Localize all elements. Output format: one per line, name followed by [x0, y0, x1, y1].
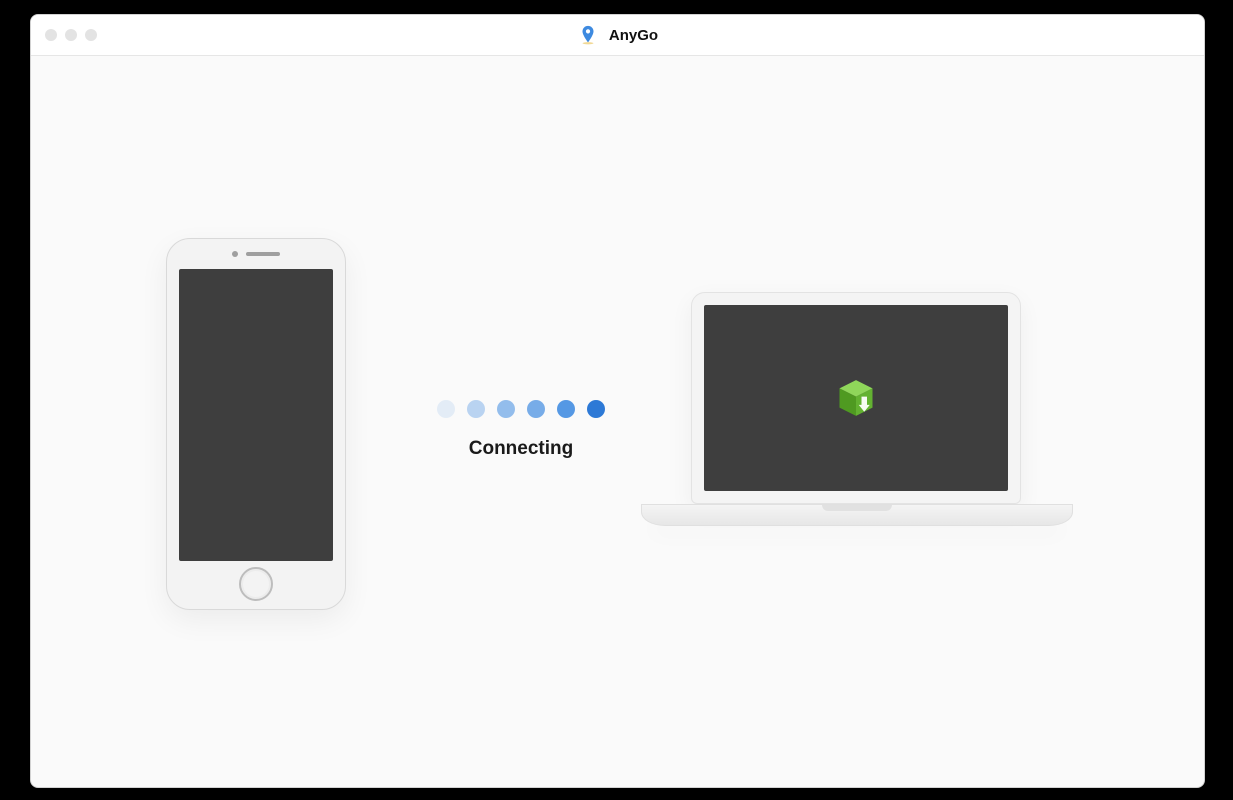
app-window: AnyGo Connecting: [30, 14, 1205, 788]
window-minimize-button[interactable]: [65, 29, 77, 41]
progress-dot: [467, 400, 485, 418]
content-area: Connecting: [31, 56, 1204, 788]
progress-dot: [557, 400, 575, 418]
phone-home-button-icon: [239, 567, 273, 601]
status-label: Connecting: [426, 438, 616, 460]
titlebar: AnyGo: [31, 15, 1204, 56]
window-zoom-button[interactable]: [85, 29, 97, 41]
phone-screen: [179, 269, 333, 561]
laptop-base: [641, 504, 1073, 526]
progress-dot: [497, 400, 515, 418]
window-close-button[interactable]: [45, 29, 57, 41]
progress-dots: [426, 400, 616, 418]
progress-dot: [437, 400, 455, 418]
map-pin-icon: [577, 24, 599, 46]
package-download-icon: [834, 376, 878, 420]
laptop-device-icon: [641, 292, 1071, 526]
window-controls: [45, 15, 97, 55]
progress-dot: [587, 400, 605, 418]
laptop-screen: [704, 305, 1008, 491]
connection-status: Connecting: [426, 400, 616, 460]
iphone-device-icon: [166, 238, 346, 610]
progress-dot: [527, 400, 545, 418]
app-title: AnyGo: [609, 27, 658, 44]
